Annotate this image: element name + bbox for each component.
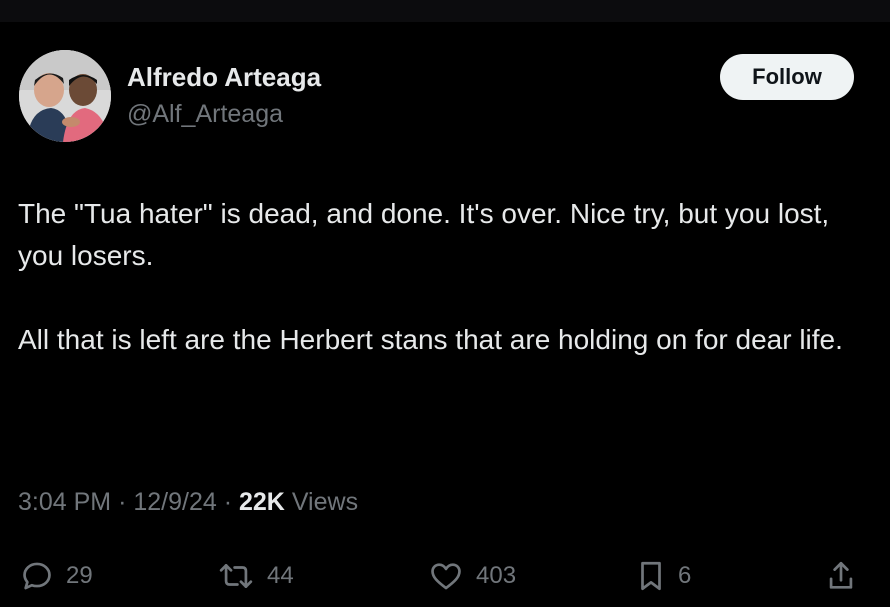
bookmark-icon [636,559,666,593]
tweet-text: The "Tua hater" is dead, and done. It's … [18,193,878,361]
views-count: 22K [239,488,285,516]
share-button[interactable] [826,555,856,597]
reply-icon [20,559,54,593]
heart-icon [428,559,464,593]
author-handle[interactable]: @Alf_Arteaga [127,100,283,129]
repost-count: 44 [267,562,294,589]
repost-icon [217,559,255,593]
reply-count: 29 [66,562,93,589]
author-name[interactable]: Alfredo Arteaga [127,62,321,93]
avatar-photo [19,50,111,142]
action-bar: 29 44 403 6 [0,555,890,597]
tweet-paragraph: The "Tua hater" is dead, and done. It's … [18,198,830,271]
like-button[interactable]: 403 [428,555,516,597]
bookmark-count: 6 [678,562,692,589]
reply-button[interactable]: 29 [20,555,93,597]
repost-button[interactable]: 44 [217,555,294,597]
views-label: Views [291,488,359,516]
meta-separator: · [118,488,127,516]
follow-button[interactable]: Follow [720,54,854,100]
avatar[interactable] [19,50,111,142]
tweet-date[interactable]: 12/9/24 [133,488,216,516]
tweet-time[interactable]: 3:04 PM [18,488,111,516]
top-bar [0,0,890,22]
tweet-meta: 3:04 PM · 12/9/24 · 22K Views [18,488,358,517]
share-icon [826,559,856,593]
like-count: 403 [476,562,517,589]
bookmark-button[interactable]: 6 [636,555,691,597]
meta-separator: · [223,488,233,516]
tweet-paragraph: All that is left are the Herbert stans t… [18,324,843,355]
